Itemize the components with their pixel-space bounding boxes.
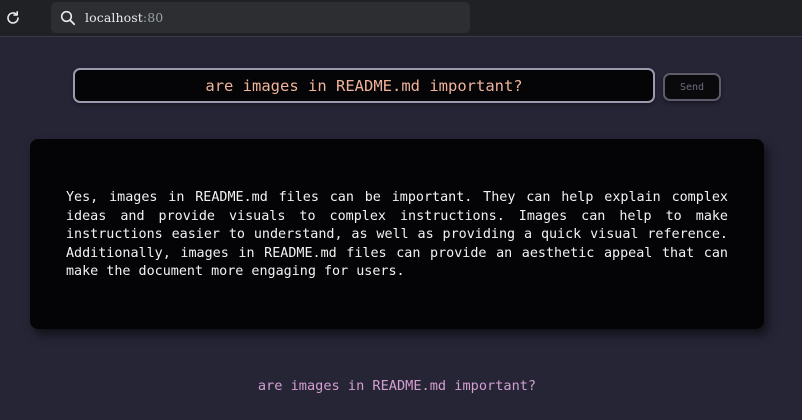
url-host: localhost: [85, 10, 143, 25]
url-port: :80: [142, 10, 164, 25]
previous-question: are images in README.md important?: [257, 378, 537, 394]
search-icon: [59, 9, 77, 27]
url-text: localhost:80: [85, 10, 163, 25]
answer-text: Yes, images in README.md files can be im…: [66, 190, 728, 279]
browser-toolbar: localhost:80: [0, 0, 802, 37]
send-button[interactable]: Send: [663, 73, 721, 101]
question-input[interactable]: [73, 68, 655, 103]
answer-card: Yes, images in README.md files can be im…: [30, 139, 764, 329]
address-bar[interactable]: localhost:80: [51, 2, 470, 33]
reload-icon[interactable]: [3, 8, 23, 28]
